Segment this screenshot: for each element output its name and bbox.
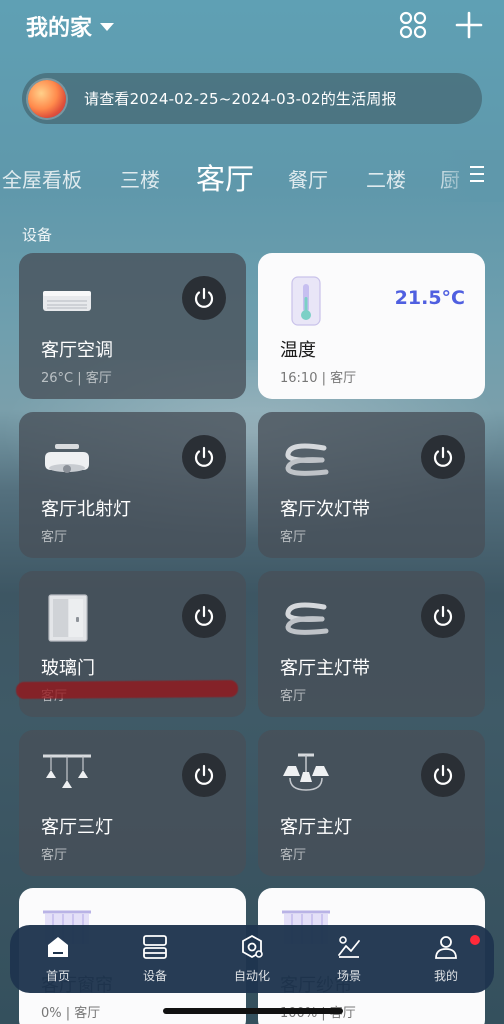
power-button[interactable] <box>182 594 226 638</box>
nav-scenes[interactable]: 场景 <box>314 933 384 984</box>
tab-living-room[interactable]: 客厅 <box>196 156 254 198</box>
door-icon <box>48 594 88 642</box>
nav-label: 设备 <box>142 969 167 983</box>
nav-label: 首页 <box>45 969 70 983</box>
home-title: 我的家 <box>26 16 93 41</box>
tab-third-floor[interactable]: 三楼 <box>120 164 160 193</box>
section-label: 设备 <box>22 226 53 244</box>
device-name: 客厅三灯 <box>41 817 113 838</box>
top-bar: 我的家 <box>0 0 504 56</box>
device-status: 客厅 <box>280 530 307 545</box>
device-card-spot-light[interactable]: 客厅北射灯 客厅 <box>19 412 246 558</box>
scene-icon <box>338 936 360 958</box>
light-strip-icon <box>285 443 329 476</box>
caret-down-icon <box>100 23 115 31</box>
plus-icon[interactable] <box>454 10 484 40</box>
nav-label: 自动化 <box>233 969 270 983</box>
power-button[interactable] <box>421 753 465 797</box>
automation-icon <box>242 934 263 959</box>
tabs-menu-icon[interactable] <box>470 166 484 184</box>
nav-devices[interactable]: 设备 <box>120 933 190 984</box>
light-strip-icon <box>285 602 329 635</box>
grid-icon[interactable] <box>398 10 428 40</box>
device-name: 客厅次灯带 <box>280 499 370 520</box>
power-button[interactable] <box>182 276 226 320</box>
device-name: 客厅主灯带 <box>280 658 370 679</box>
power-button[interactable] <box>421 435 465 479</box>
ceiling-light-icon <box>45 444 89 473</box>
device-status: 客厅 <box>280 848 307 863</box>
power-icon <box>433 764 453 785</box>
device-status: 16:10 | 客厅 <box>280 371 357 386</box>
device-name: 客厅北射灯 <box>41 499 131 520</box>
pendant-lights-icon <box>43 754 91 788</box>
device-card-three-lights[interactable]: 客厅三灯 客厅 <box>19 730 246 876</box>
nav-label: 我的 <box>433 969 458 983</box>
nav-label: 场景 <box>336 969 361 983</box>
device-name: 客厅空调 <box>41 340 113 361</box>
report-orb-icon <box>28 79 66 118</box>
home-selector[interactable]: 我的家 <box>26 10 115 42</box>
banner-text: 请查看2024-02-25~2024-03-02的生活周报 <box>84 90 397 108</box>
power-icon <box>433 605 453 626</box>
temperature-value: 21.5°C <box>394 287 465 309</box>
power-button[interactable] <box>421 594 465 638</box>
home-indicator[interactable] <box>163 1008 343 1014</box>
device-card-main-light[interactable]: 客厅主灯 客厅 <box>258 730 485 876</box>
device-status: 客厅 <box>280 689 307 704</box>
power-icon <box>194 446 214 467</box>
device-card-main-strip[interactable]: 客厅主灯带 客厅 <box>258 571 485 717</box>
device-card-air-conditioner[interactable]: 客厅空调 26°C | 客厅 <box>19 253 246 399</box>
device-name: 玻璃门 <box>41 658 95 679</box>
nav-home[interactable]: 首页 <box>23 933 93 984</box>
bottom-nav: 首页 设备 自动化 场景 我的 <box>10 925 494 993</box>
power-icon <box>433 446 453 467</box>
thermometer-icon <box>291 276 321 326</box>
devices-icon <box>143 935 167 959</box>
device-card-temperature[interactable]: 21.5°C 温度 16:10 | 客厅 <box>258 253 485 399</box>
notification-dot <box>470 935 480 945</box>
nav-automation[interactable]: 自动化 <box>217 933 287 984</box>
power-icon <box>194 764 214 785</box>
tab-whole-house[interactable]: 全屋看板 <box>2 164 82 193</box>
tabs-fade <box>434 150 504 202</box>
tab-second-floor[interactable]: 二楼 <box>366 164 406 193</box>
weekly-report-banner[interactable]: 请查看2024-02-25~2024-03-02的生活周报 <box>22 73 482 124</box>
device-status: 0% | 客厅 <box>41 1006 101 1021</box>
device-name: 温度 <box>280 340 316 361</box>
red-scribble-annotation <box>15 680 239 699</box>
air-conditioner-icon <box>43 291 91 311</box>
home-icon <box>48 937 68 957</box>
power-button[interactable] <box>182 753 226 797</box>
power-icon <box>194 605 214 626</box>
device-name: 客厅主灯 <box>280 817 352 838</box>
chandelier-icon <box>283 753 329 791</box>
device-status: 客厅 <box>41 848 68 863</box>
device-status: 26°C | 客厅 <box>41 371 112 386</box>
room-tabs: 全屋看板 三楼 客厅 餐厅 二楼 厨 <box>0 150 504 202</box>
profile-icon <box>435 936 457 959</box>
device-status: 客厅 <box>41 530 68 545</box>
device-card-secondary-strip[interactable]: 客厅次灯带 客厅 <box>258 412 485 558</box>
tab-dining-room[interactable]: 餐厅 <box>288 164 328 193</box>
power-button[interactable] <box>182 435 226 479</box>
power-icon <box>194 287 214 308</box>
